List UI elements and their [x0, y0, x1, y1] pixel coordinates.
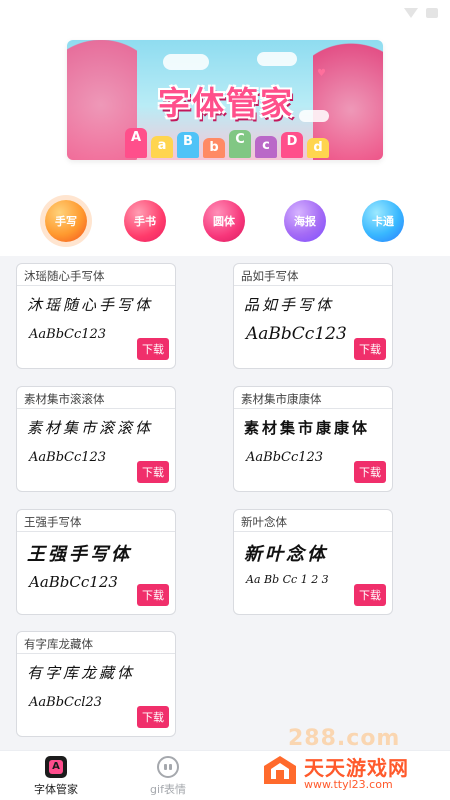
divider: [17, 408, 175, 409]
nav-gif-emoji[interactable]: gif表情: [133, 753, 203, 799]
download-button[interactable]: 下载: [354, 461, 386, 483]
font-card-title: 素材集市滚滚体: [24, 392, 105, 406]
font-preview: 新叶念体: [244, 544, 328, 565]
divider: [17, 285, 175, 286]
font-preview: 沐瑶随心手写体: [27, 296, 154, 314]
download-button[interactable]: 下载: [137, 338, 169, 360]
category-label: 手写: [55, 215, 77, 228]
category-handwriting[interactable]: 手写: [45, 200, 87, 242]
font-card[interactable]: 品如手写体 品如手写体 AaBbCc123 下载: [233, 263, 393, 369]
font-card-title: 品如手写体: [241, 269, 299, 283]
banner-letter: a: [151, 136, 173, 158]
download-button[interactable]: 下载: [137, 584, 169, 606]
watermark: 天天游戏网 www.ttyl23.com: [262, 748, 444, 794]
font-card-title: 新叶念体: [241, 515, 287, 529]
cloud-icon: [163, 54, 209, 70]
gif-emoji-icon: [157, 756, 179, 778]
category-label: 海报: [294, 215, 316, 228]
font-card-title: 王强手写体: [24, 515, 82, 529]
banner-letter: d: [307, 138, 329, 158]
font-card[interactable]: 王强手写体 王强手写体 AaBbCc123 下载: [16, 509, 176, 615]
nav-label: gif表情: [150, 783, 186, 796]
download-button[interactable]: 下载: [137, 706, 169, 728]
font-card[interactable]: 有字库龙藏体 有字库龙藏体 AaBbCcl23 下载: [16, 631, 176, 737]
banner-letter: b: [203, 138, 225, 158]
heart-icon: ♥: [317, 68, 326, 79]
category-row: 手写 手书 圆体 海报 卡通: [0, 200, 450, 246]
nav-label: 字体管家: [34, 783, 78, 796]
banner-letters: A a B b C c D d: [125, 122, 345, 158]
banner-letter: B: [177, 132, 199, 158]
divider: [17, 531, 175, 532]
font-sample: AaBbCc123: [246, 450, 324, 465]
divider: [234, 285, 392, 286]
download-button[interactable]: 下载: [354, 338, 386, 360]
font-card[interactable]: 素材集市滚滚体 素材集市滚滚体 AaBbCc123 下载: [16, 386, 176, 492]
font-card[interactable]: 新叶念体 新叶念体 Aa Bb Cc 1 2 3 下载: [233, 509, 393, 615]
battery-icon: [426, 8, 438, 18]
font-sample: AaBbCc123: [246, 324, 347, 344]
banner-letter: C: [229, 130, 251, 158]
banner-letter: A: [125, 128, 147, 158]
font-preview: 素材集市康康体: [244, 419, 371, 437]
banner-title: 字体管家: [157, 84, 294, 122]
divider: [17, 653, 175, 654]
font-sample: AaBbCc123: [29, 573, 118, 591]
category-cartoon[interactable]: 卡通: [362, 200, 404, 242]
font-card-title: 沐瑶随心手写体: [24, 269, 105, 283]
font-preview: 素材集市滚滚体: [27, 419, 154, 437]
download-button[interactable]: 下载: [354, 584, 386, 606]
category-label: 圆体: [213, 215, 235, 228]
banner[interactable]: ♥ ♥ ♥ 字体管家 A a B b C c D d: [67, 40, 383, 160]
category-calligraphy[interactable]: 手书: [124, 200, 166, 242]
watermark-url: www.ttyl23.com: [304, 778, 393, 791]
font-card[interactable]: 素材集市康康体 素材集市康康体 AaBbCc123 下载: [233, 386, 393, 492]
font-preview: 王强手写体: [27, 544, 132, 565]
font-sample: AaBbCcl23: [29, 695, 102, 710]
category-poster[interactable]: 海报: [284, 200, 326, 242]
font-card-title: 素材集市康康体: [241, 392, 322, 406]
banner-letter: c: [255, 136, 277, 158]
font-grid: 沐瑶随心手写体 沐瑶随心手写体 AaBbCc123 下载 品如手写体 品如手写体…: [0, 256, 450, 750]
download-button[interactable]: 下载: [137, 461, 169, 483]
watermark-site-name: 天天游戏网: [304, 756, 409, 780]
font-preview: 品如手写体: [244, 296, 335, 314]
font-card[interactable]: 沐瑶随心手写体 沐瑶随心手写体 AaBbCc123 下载: [16, 263, 176, 369]
cloud-icon: [257, 52, 297, 66]
watermark-logo-icon: [264, 756, 296, 784]
status-bar: [0, 0, 450, 26]
divider: [234, 408, 392, 409]
font-sample: Aa Bb Cc 1 2 3: [246, 573, 329, 586]
font-sample: AaBbCc123: [29, 327, 107, 342]
category-round[interactable]: 圆体: [203, 200, 245, 242]
divider: [234, 531, 392, 532]
nav-font-manager[interactable]: A 字体管家: [21, 753, 91, 799]
wifi-icon: [404, 8, 418, 18]
banner-letter: D: [281, 132, 303, 158]
font-manager-icon: A: [45, 756, 67, 778]
category-label: 卡通: [372, 215, 394, 228]
font-sample: AaBbCc123: [29, 450, 107, 465]
font-card-title: 有字库龙藏体: [24, 637, 93, 651]
category-label: 手书: [134, 215, 156, 228]
font-preview: 有字库龙藏体: [27, 664, 136, 682]
